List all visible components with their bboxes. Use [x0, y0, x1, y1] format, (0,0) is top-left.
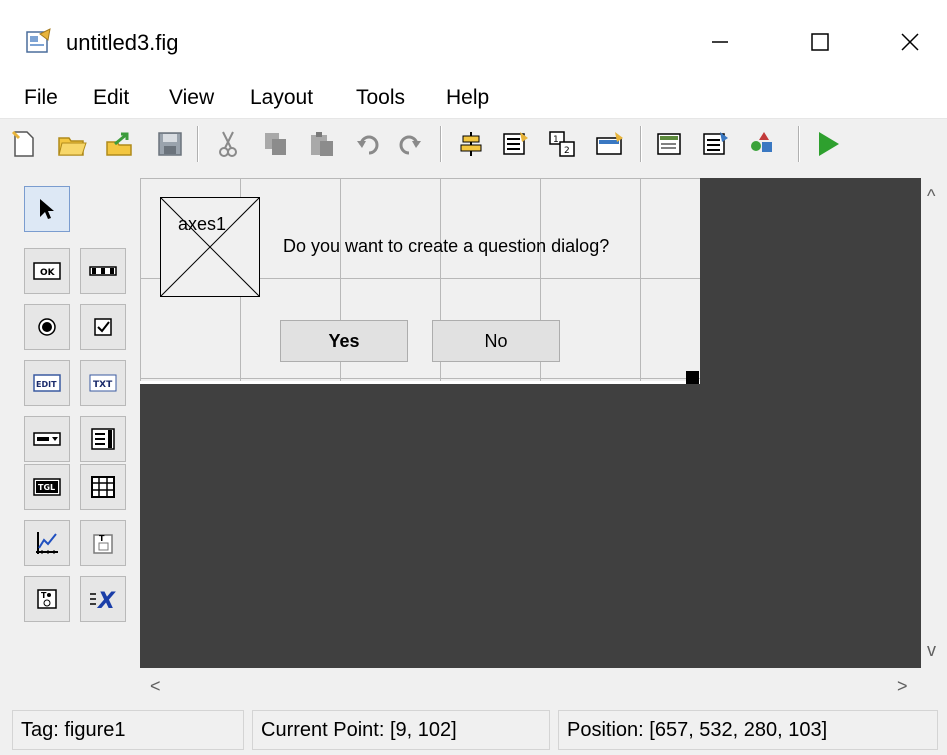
status-tag: Tag: figure1 — [12, 710, 244, 750]
menu-file[interactable]: File — [24, 86, 58, 110]
axes-label: axes1 — [178, 214, 227, 234]
run-icon[interactable] — [812, 128, 844, 160]
svg-text:TGL: TGL — [38, 483, 55, 492]
scroll-right-icon[interactable]: > — [897, 676, 908, 697]
save-icon[interactable] — [154, 128, 186, 160]
static-text-tool[interactable]: TXT — [80, 360, 126, 406]
axes-placeholder[interactable] — [160, 197, 260, 297]
toolbar-separator — [640, 126, 642, 162]
horizontal-scrollbar[interactable] — [140, 668, 921, 702]
fig-file-icon — [26, 28, 52, 54]
align-icon[interactable] — [455, 128, 487, 160]
new-file-icon[interactable] — [8, 128, 40, 160]
status-position: Position: [657, 532, 280, 103] — [558, 710, 938, 750]
object-browser-icon[interactable] — [746, 128, 778, 160]
toolbar-editor-icon[interactable] — [594, 128, 626, 160]
panel-tool[interactable]: T — [80, 520, 126, 566]
svg-text:T: T — [99, 534, 105, 543]
yes-button[interactable]: Yes — [280, 320, 408, 362]
paste-icon[interactable] — [306, 128, 338, 160]
activex-tool[interactable]: X — [80, 576, 126, 622]
export-icon[interactable] — [104, 128, 136, 160]
property-inspector-icon[interactable] — [700, 128, 732, 160]
menu-editor-icon[interactable] — [500, 128, 532, 160]
open-folder-icon[interactable] — [56, 128, 88, 160]
menu-edit[interactable]: Edit — [93, 86, 129, 110]
svg-text:OK: OK — [40, 268, 56, 278]
popup-menu-tool[interactable] — [24, 416, 70, 462]
checkbox-tool[interactable] — [80, 304, 126, 350]
scroll-left-icon[interactable]: < — [150, 676, 161, 697]
toolbar-separator — [798, 126, 800, 162]
window-title: untitled3.fig — [66, 30, 179, 55]
no-button[interactable]: No — [432, 320, 560, 362]
toggle-button-tool[interactable]: TGL — [24, 464, 70, 510]
scroll-down-icon[interactable]: v — [927, 640, 936, 661]
svg-text:1: 1 — [553, 135, 559, 145]
close-button[interactable] — [890, 22, 930, 62]
menu-layout[interactable]: Layout — [250, 86, 313, 110]
scroll-up-icon[interactable]: ^ — [927, 186, 935, 207]
svg-text:T: T — [41, 591, 47, 600]
button-group-tool[interactable]: T — [24, 576, 70, 622]
vertical-scrollbar[interactable] — [921, 178, 947, 668]
minimize-button[interactable] — [700, 22, 740, 62]
radio-button-tool[interactable] — [24, 304, 70, 350]
status-current-point: Current Point: [9, 102] — [252, 710, 550, 750]
listbox-tool[interactable] — [80, 416, 126, 462]
toolbar-separator — [197, 126, 199, 162]
select-tool[interactable] — [24, 186, 70, 232]
question-text: Do you want to create a question dialog? — [283, 236, 610, 256]
axes-tool[interactable] — [24, 520, 70, 566]
tab-order-icon[interactable]: 12 — [546, 128, 578, 160]
toolbar-separator — [440, 126, 442, 162]
redo-icon[interactable] — [394, 128, 426, 160]
svg-text:EDIT: EDIT — [36, 380, 57, 389]
resize-handle[interactable] — [686, 371, 699, 384]
copy-icon[interactable] — [260, 128, 292, 160]
maximize-button[interactable] — [800, 22, 840, 62]
edit-text-tool[interactable]: EDIT — [24, 360, 70, 406]
svg-text:2: 2 — [564, 146, 570, 156]
menu-view[interactable]: View — [169, 86, 214, 110]
cut-icon[interactable] — [212, 128, 244, 160]
table-tool[interactable] — [80, 464, 126, 510]
svg-text:TXT: TXT — [93, 380, 113, 390]
svg-text:X: X — [96, 589, 116, 612]
menu-tools[interactable]: Tools — [356, 86, 405, 110]
slider-tool[interactable] — [80, 248, 126, 294]
editor-icon[interactable] — [654, 128, 686, 160]
menu-help[interactable]: Help — [446, 86, 489, 110]
push-button-tool[interactable]: OK — [24, 248, 70, 294]
undo-icon[interactable] — [352, 128, 384, 160]
